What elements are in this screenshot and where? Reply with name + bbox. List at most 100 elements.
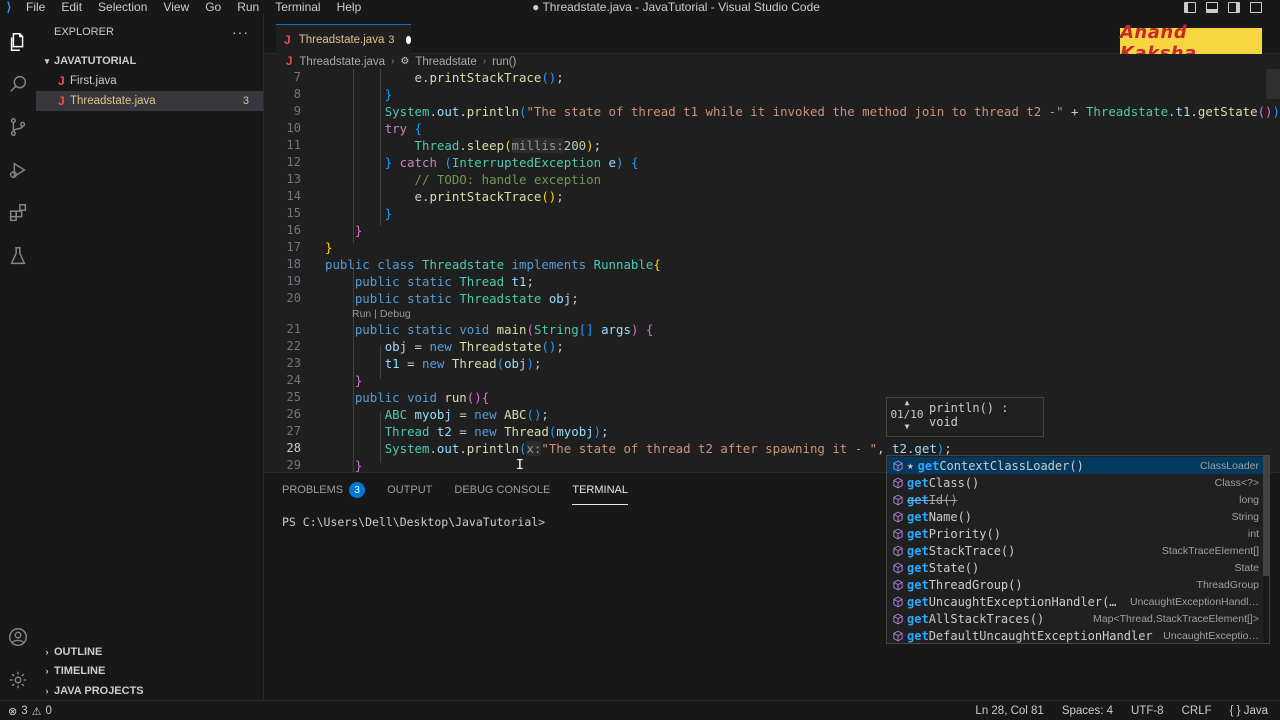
terminal-prompt[interactable]: PS C:\Users\Dell\Desktop\JavaTutorial>: [282, 515, 545, 529]
parameter-hint-popup: ▲ 01/10 ▼ println() : void: [886, 397, 1044, 437]
line-ending[interactable]: CRLF: [1182, 705, 1212, 717]
section-java-projects[interactable]: › JAVA PROJECTS: [36, 681, 264, 701]
explorer-icon[interactable]: [4, 28, 32, 56]
suggestion-item[interactable]: getDefaultUncaughtExceptionHandler Uncaug…: [887, 627, 1269, 643]
manage-gear-icon[interactable]: [4, 666, 32, 694]
suggestion-match: get: [907, 492, 929, 507]
tab-output[interactable]: OUTPUT: [387, 481, 432, 499]
java-file-icon: J: [284, 32, 291, 47]
suggestion-item[interactable]: getThreadGroup() ThreadGroup: [887, 576, 1269, 593]
star-icon: ★: [907, 459, 914, 472]
menu-file[interactable]: File: [18, 0, 53, 14]
breadcrumb-file[interactable]: Threadstate.java: [299, 56, 385, 68]
suggestion-item[interactable]: getName() String: [887, 508, 1269, 525]
menu-selection[interactable]: Selection: [90, 0, 155, 14]
editor-tab-bar: J Threadstate.java 3 Anand Kaksha: [264, 14, 1280, 64]
workspace-root[interactable]: ▾ JAVATUTORIAL: [36, 51, 263, 71]
file-item-first-java[interactable]: J First.java: [36, 71, 263, 91]
encoding[interactable]: UTF-8: [1131, 705, 1164, 717]
chevron-right-icon: ›: [482, 56, 487, 67]
editor-scrollbar-thumb[interactable]: [1266, 69, 1280, 99]
suggestion-match: get: [907, 475, 929, 490]
code-line: 16 }: [286, 223, 363, 238]
title-bar: ⟩ File Edit Selection View Go Run Termin…: [0, 0, 1280, 14]
suggestion-match: get: [907, 560, 929, 575]
menu-go[interactable]: Go: [197, 0, 229, 14]
suggestion-item[interactable]: getPriority() int: [887, 525, 1269, 542]
problems-status[interactable]: ⊗ 3 ⚠ 0: [8, 701, 52, 720]
tab-problem-badge: 3: [388, 33, 395, 46]
indentation[interactable]: Spaces: 4: [1062, 705, 1113, 717]
suggestion-type: State: [1234, 561, 1259, 574]
suggestion-item[interactable]: getUncaughtExceptionHandler(… UncaughtExc…: [887, 593, 1269, 610]
codelens-run-debug[interactable]: Run | Debug: [352, 307, 411, 321]
breadcrumb: J Threadstate.java › ⚙ Threadstate › run…: [264, 54, 1280, 69]
unsaved-dot-icon[interactable]: [406, 35, 411, 44]
suggestion-item[interactable]: getState() State: [887, 559, 1269, 576]
toggle-secondary-sidebar-icon[interactable]: [1228, 1, 1240, 13]
suggestion-rest: DefaultUncaughtExceptionHandler: [928, 628, 1153, 643]
suggest-scrollbar-thumb[interactable]: [1263, 456, 1269, 576]
suggestion-rest: ThreadGroup(): [928, 577, 1023, 592]
method-signature: println() : void: [929, 401, 1009, 429]
suggestion-item[interactable]: getClass() Class<?>: [887, 474, 1269, 491]
suggestion-label: getClass(): [907, 476, 979, 490]
toggle-panel-icon[interactable]: [1206, 1, 1218, 13]
suggestion-label: getContextClassLoader(): [918, 459, 1084, 473]
source-control-icon[interactable]: [4, 113, 32, 141]
file-name: Threadstate.java: [70, 95, 156, 107]
code-line: 21 public static void main(String[] args…: [286, 322, 654, 337]
chevron-down-icon[interactable]: ▼: [889, 422, 925, 432]
language-mode[interactable]: { } Java: [1230, 705, 1268, 717]
search-icon[interactable]: [4, 70, 32, 98]
code-line: 8 }: [293, 87, 393, 102]
section-timeline[interactable]: › TIMELINE: [36, 661, 264, 681]
tab-terminal[interactable]: TERMINAL: [572, 481, 628, 505]
chevron-right-icon: ›: [391, 56, 395, 67]
warning-icon: ⚠: [31, 705, 42, 718]
tab-label: DEBUG CONSOLE: [454, 484, 551, 496]
code-line: 13 // TODO: handle exception: [286, 172, 602, 187]
suggestion-match: get: [917, 458, 940, 473]
menu-view[interactable]: View: [155, 0, 197, 14]
extensions-icon[interactable]: [4, 199, 32, 227]
testing-icon[interactable]: [4, 242, 32, 270]
suggestion-item[interactable]: getAllStackTraces() Map<Thread,StackTrace…: [887, 610, 1269, 627]
code-line: 18 public class Threadstate implements Ru…: [286, 257, 661, 272]
menu-terminal[interactable]: Terminal: [267, 0, 328, 14]
suggestion-type: UncaughtExceptio…: [1163, 629, 1259, 642]
code-line: 24 }: [286, 373, 363, 388]
suggest-scrollbar[interactable]: [1263, 456, 1269, 643]
menu-run[interactable]: Run: [229, 0, 267, 14]
tab-debug-console[interactable]: DEBUG CONSOLE: [454, 481, 550, 499]
suggestion-label: getPriority(): [907, 527, 1001, 541]
java-file-icon: J: [286, 55, 293, 68]
chevron-up-icon[interactable]: ▲: [889, 398, 925, 408]
tab-label: PROBLEMS: [282, 484, 344, 496]
breadcrumb-class[interactable]: Threadstate: [415, 56, 476, 68]
menu-edit[interactable]: Edit: [53, 0, 90, 14]
suggestion-item[interactable]: getId() long: [887, 491, 1269, 508]
suggestion-item[interactable]: ★ getContextClassLoader() ClassLoader: [887, 457, 1269, 474]
account-icon[interactable]: [4, 623, 32, 651]
tab-problems[interactable]: PROBLEMS 3: [282, 481, 366, 499]
suggestion-item[interactable]: getStackTrace() StackTraceElement[]: [887, 542, 1269, 559]
run-debug-icon[interactable]: [4, 156, 32, 184]
explorer-header: EXPLORER ···: [36, 14, 263, 50]
code-line: 7 e.printStackTrace();: [293, 70, 564, 85]
method-icon: [891, 493, 905, 507]
suggestion-label: getId(): [907, 493, 958, 507]
method-icon: [891, 578, 905, 592]
tab-threadstate-java[interactable]: J Threadstate.java 3: [276, 24, 411, 54]
menu-help[interactable]: Help: [329, 0, 370, 14]
code-line: 14 e.printStackTrace();: [286, 189, 564, 204]
file-item-threadstate-java[interactable]: J Threadstate.java 3: [36, 91, 263, 111]
toggle-sidebar-icon[interactable]: [1184, 1, 1196, 13]
explorer-more-icon[interactable]: ···: [232, 24, 249, 40]
customize-layout-icon[interactable]: [1250, 1, 1262, 13]
cursor-position[interactable]: Ln 28, Col 81: [975, 705, 1043, 717]
section-outline[interactable]: › OUTLINE: [36, 642, 264, 662]
breadcrumb-method[interactable]: run(): [492, 56, 516, 68]
code-line: 10 try {: [286, 121, 423, 136]
code-editor[interactable]: 7 e.printStackTrace(); 8 } 9 System.out.…: [264, 69, 1280, 472]
